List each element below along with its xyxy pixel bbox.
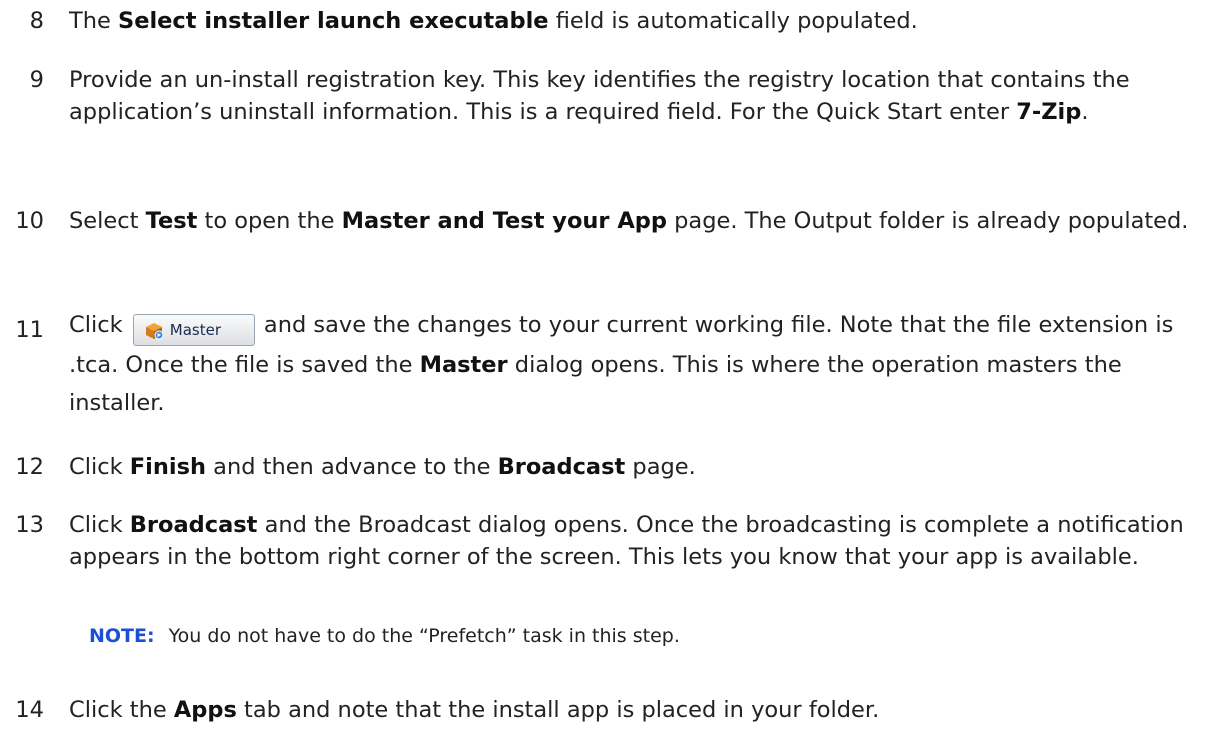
note-callout: NOTE: You do not have to do the “Prefetch… xyxy=(89,623,680,649)
step-number: 13 xyxy=(15,512,44,538)
step-number: 8 xyxy=(29,8,44,34)
step-number: 12 xyxy=(15,454,44,480)
step-text: Click the Apps tab and note that the ins… xyxy=(69,697,880,723)
step-number: 9 xyxy=(29,67,44,93)
master-button-label: Master xyxy=(169,321,221,339)
step-text: Provide an un-install registration key. … xyxy=(69,67,1130,125)
step-number: 11 xyxy=(15,317,44,343)
master-button[interactable]: Master xyxy=(132,314,255,346)
step-number: 14 xyxy=(15,697,44,723)
note-text: You do not have to do the “Prefetch” tas… xyxy=(168,625,680,647)
step-text: The Select installer launch executable f… xyxy=(69,8,918,34)
step-text: Click Master and save the changes to you… xyxy=(69,312,1174,416)
step-text: Select Test to open the Master and Test … xyxy=(69,208,1189,234)
package-icon xyxy=(145,323,164,340)
step-text: Click Finish and then advance to the Bro… xyxy=(69,454,696,480)
step-text: Click Broadcast and the Broadcast dialog… xyxy=(69,512,1184,570)
note-label: NOTE: xyxy=(89,625,155,647)
step-number: 10 xyxy=(15,208,44,234)
